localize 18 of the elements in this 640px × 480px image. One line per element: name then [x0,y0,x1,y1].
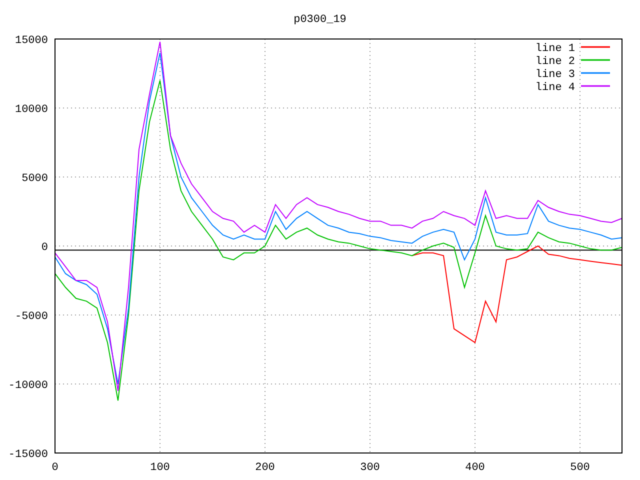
legend-label: line 1 [535,43,575,55]
legend-label: line 2 [535,56,575,68]
x-tick-label: 200 [255,462,275,474]
y-tick-label: -5000 [14,311,48,323]
legend-label: line 4 [535,82,575,94]
x-tick-label: 100 [150,462,170,474]
y-tick-label: 10000 [14,104,48,116]
x-tick-label: 0 [52,462,58,474]
y-tick-label: -10000 [8,380,48,392]
x-tick-label: 500 [570,462,590,474]
y-tick-label: -15000 [8,449,48,461]
y-tick-label: 5000 [22,173,48,185]
x-tick-label: 300 [360,462,380,474]
x-tick-label: 400 [465,462,485,474]
y-tick-label: 0 [41,242,48,254]
legend-label: line 3 [535,69,575,81]
y-tick-label: 15000 [14,35,48,47]
chart-title: p0300_19 [294,14,346,26]
